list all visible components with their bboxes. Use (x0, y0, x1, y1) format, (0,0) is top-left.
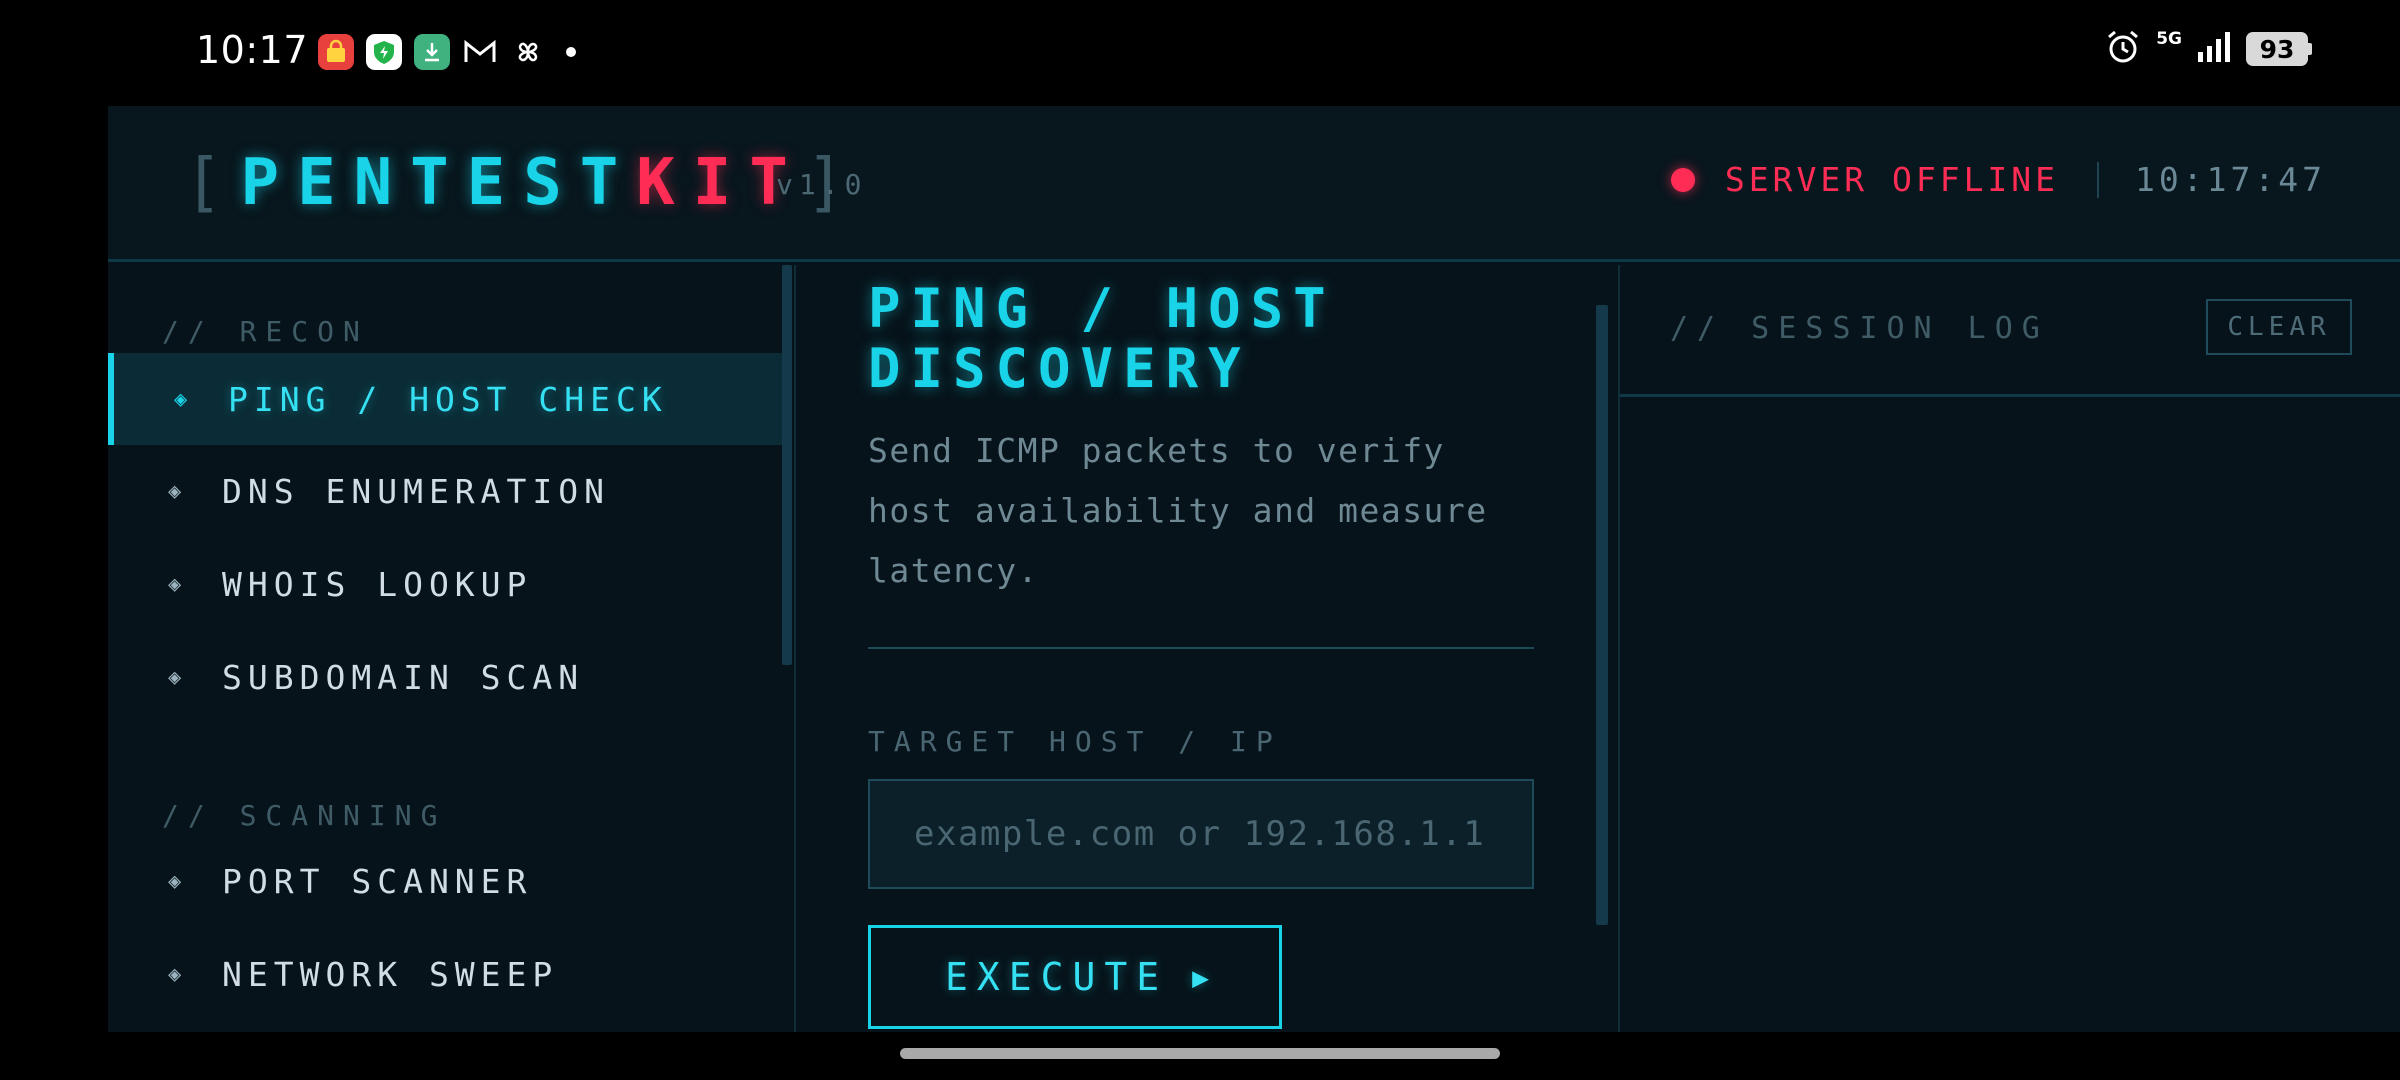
shopping-bag-icon (318, 34, 354, 70)
navigation-area (0, 1032, 2400, 1080)
page-title: PING / HOST DISCOVERY (868, 277, 1336, 400)
logo-bracket-left: [ (184, 146, 241, 220)
header-clock: 10:17:47 (2135, 160, 2326, 199)
alarm-icon (2104, 28, 2142, 70)
diamond-icon: ◈ (168, 478, 182, 504)
sidebar-item-dns-enumeration[interactable]: ◈ DNS ENUMERATION (108, 445, 782, 537)
sidebar-item-subdomain-scan[interactable]: ◈ SUBDOMAIN SCAN (108, 631, 782, 723)
server-status-text: SERVER OFFLINE (1724, 160, 2060, 199)
session-log-header: // SESSION LOG CLEAR (1620, 265, 2400, 397)
clear-log-button[interactable]: CLEAR (2206, 299, 2352, 355)
status-time: 10:17 (196, 28, 309, 72)
battery-indicator: 93 (2246, 32, 2312, 66)
section-divider (868, 647, 1534, 649)
diamond-icon: ◈ (168, 664, 182, 690)
download-icon (414, 34, 450, 70)
logo-pentest: PENTEST (240, 146, 637, 220)
shield-bolt-icon (366, 34, 402, 70)
system-icons: 5G 93 (2104, 28, 2312, 70)
play-arrow-icon: ▶ (1192, 960, 1219, 994)
execute-button[interactable]: EXECUTE ▶ (868, 925, 1282, 1029)
server-status: SERVER OFFLINE 10:17:47 (1670, 160, 2326, 199)
diamond-icon: ◈ (174, 386, 188, 412)
pinwheel-icon (510, 34, 546, 70)
section-scanning: // SCANNING (162, 799, 447, 832)
more-notifications-dot (566, 47, 576, 57)
network-type: 5G (2156, 29, 2182, 49)
execute-label: EXECUTE (945, 955, 1169, 999)
section-recon: // RECON (162, 315, 369, 348)
gmail-icon (462, 34, 498, 70)
sidebar: // RECON ◈ PING / HOST CHECK ◈ DNS ENUME… (108, 265, 796, 1032)
sidebar-item-label: NETWORK SWEEP (222, 954, 559, 994)
tool-panel: PING / HOST DISCOVERY Send ICMP packets … (798, 265, 1616, 1032)
status-divider (2097, 161, 2100, 198)
app-header: [ PENTEST KIT ] v1.0 SERVER OFFLINE 10:1… (108, 106, 2400, 262)
diamond-icon: ◈ (168, 961, 182, 987)
sidebar-item-label: PING / HOST CHECK (228, 379, 668, 419)
sidebar-item-label: WHOIS LOOKUP (222, 564, 533, 604)
session-log-title: // SESSION LOG (1670, 311, 2049, 346)
sidebar-item-whois-lookup[interactable]: ◈ WHOIS LOOKUP (108, 538, 782, 630)
sidebar-item-label: DNS ENUMERATION (222, 471, 611, 511)
main-scrollbar[interactable] (1596, 305, 1608, 925)
status-dot-icon (1670, 167, 1695, 192)
page-description: Send ICMP packets to verify host availab… (868, 431, 1488, 590)
diamond-icon: ◈ (168, 571, 182, 597)
diamond-icon: ◈ (168, 868, 182, 894)
sidebar-scrollbar[interactable] (782, 265, 792, 665)
sidebar-item-port-scanner[interactable]: ◈ PORT SCANNER (108, 835, 782, 927)
battery-level: 93 (2246, 32, 2308, 66)
home-gesture-bar[interactable] (900, 1048, 1500, 1059)
target-host-input[interactable] (868, 779, 1534, 889)
app-version: v1.0 (776, 168, 868, 201)
pentestkit-app: [ PENTEST KIT ] v1.0 SERVER OFFLINE 10:1… (108, 106, 2400, 1032)
sidebar-item-ping-host-check[interactable]: ◈ PING / HOST CHECK (108, 353, 782, 445)
sidebar-item-network-sweep[interactable]: ◈ NETWORK SWEEP (108, 928, 782, 1020)
signal-icon (2196, 30, 2232, 68)
session-log-panel: // SESSION LOG CLEAR (1618, 265, 2400, 1032)
status-bar: 10:17 5G 93 (0, 0, 2400, 106)
target-host-label: TARGET HOST / IP (868, 725, 1282, 758)
notification-icons (318, 34, 576, 70)
app-logo: [ PENTEST KIT ] (184, 146, 862, 220)
sidebar-item-label: SUBDOMAIN SCAN (222, 657, 585, 697)
sidebar-item-label: PORT SCANNER (222, 861, 533, 901)
